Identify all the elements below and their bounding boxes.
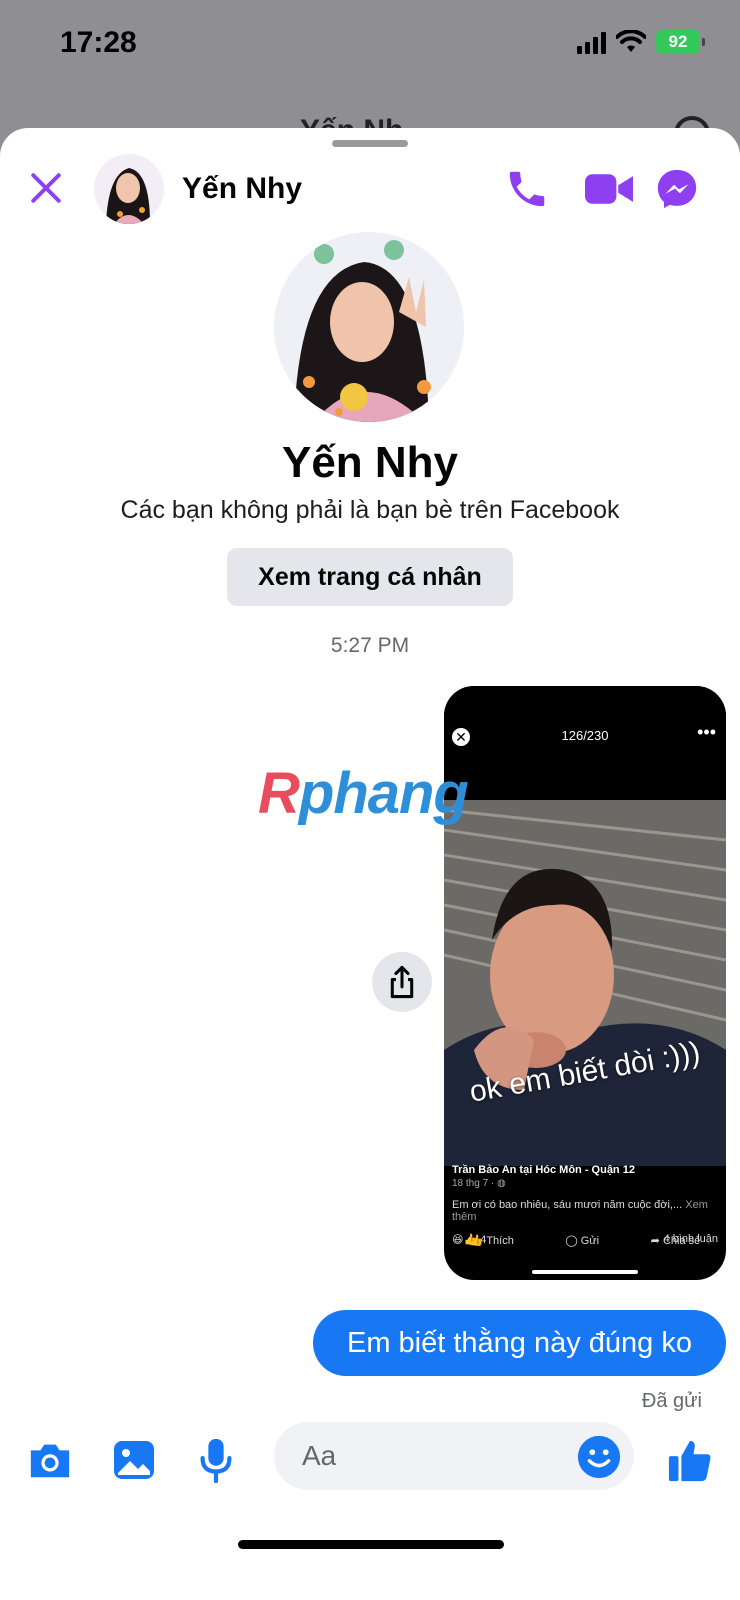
camera-icon[interactable] (24, 1434, 76, 1486)
sheet-grabber[interactable] (332, 140, 408, 147)
watermark-rest: phang (298, 761, 469, 826)
share-arrow-icon: ➦ (650, 1235, 663, 1247)
sent-status: Đã gửi (641, 1390, 702, 1412)
video-call-icon[interactable] (584, 164, 634, 214)
post-text: Em ơi có bao nhiêu, sáu mươi năm cuộc đờ… (452, 1199, 718, 1223)
view-profile-button[interactable]: Xem trang cá nhân (227, 548, 513, 606)
message-composer (0, 1422, 740, 1502)
post-date: 18 thg 7 · ◍ (452, 1178, 718, 1189)
post-author: Trần Bảo An tại Hóc Môn - Quận 12 (452, 1164, 635, 1176)
shared-post-media[interactable]: ✕ 126/230 ••• ok em biết dòi :))) Trần B… (444, 686, 726, 1280)
watermark-first: R (258, 761, 300, 826)
globe-icon: ◍ (497, 1178, 506, 1189)
status-icons: 92 (577, 30, 705, 54)
chat-header: Yến Nhy (0, 154, 740, 226)
more-options-icon: ••• (697, 722, 716, 742)
status-time: 17:28 (60, 26, 137, 59)
home-indicator (238, 1540, 504, 1549)
chat-sheet: Yến Nhy Yến Nhy Các bạn không phải là bạ… (0, 128, 740, 1600)
whatsapp-icon: ◯ (565, 1235, 581, 1247)
thumbs-up-icon: 👍 (469, 1235, 487, 1247)
status-bar: 17:28 92 (0, 0, 740, 95)
share-label: Chia sẻ (662, 1235, 701, 1247)
contact-name[interactable]: Yến Nhy (182, 172, 302, 206)
contact-avatar[interactable] (94, 154, 164, 224)
battery-icon: 92 (656, 30, 705, 54)
send-label: Gửi (580, 1235, 600, 1247)
emoji-icon[interactable] (576, 1434, 622, 1480)
send-action: ◯ Gửi (565, 1234, 599, 1247)
microphone-icon[interactable] (190, 1434, 242, 1486)
home-indicator-in-media (532, 1270, 638, 1274)
like-icon[interactable] (664, 1434, 716, 1486)
messenger-icon[interactable] (652, 164, 702, 214)
battery-level: 92 (668, 32, 688, 51)
like-label: Thích (486, 1235, 514, 1247)
message-timestamp: 5:27 PM (330, 634, 410, 657)
shared-photo (444, 800, 726, 1166)
profile-photo[interactable] (274, 232, 464, 422)
photo-counter: 126/230 (561, 728, 609, 743)
share-icon[interactable] (372, 952, 432, 1012)
close-icon[interactable] (26, 168, 66, 208)
friend-status-note: Các bạn không phải là bạn bè trên Facebo… (120, 496, 620, 524)
watermark: Rphang (258, 760, 469, 827)
gallery-icon[interactable] (108, 1434, 160, 1486)
signal-icon (577, 30, 606, 54)
share-action: ➦ Chia sẻ (651, 1234, 701, 1247)
post-date-text: 18 thg 7 · (452, 1178, 498, 1189)
wifi-icon (616, 30, 646, 52)
post-text-body: Em ơi có bao nhiêu, sáu mươi năm cuộc đờ… (452, 1199, 683, 1211)
shared-post-top-bar: ✕ 126/230 ••• (444, 686, 726, 800)
message-bubble[interactable]: Em biết thằng này đúng ko (313, 1310, 726, 1376)
post-actions: 👍 Thích ◯ Gửi ➦ Chia sẻ (444, 1234, 726, 1247)
like-action: 👍 Thích (470, 1234, 514, 1247)
profile-name: Yến Nhy (281, 438, 459, 487)
phone-icon[interactable] (502, 164, 552, 214)
